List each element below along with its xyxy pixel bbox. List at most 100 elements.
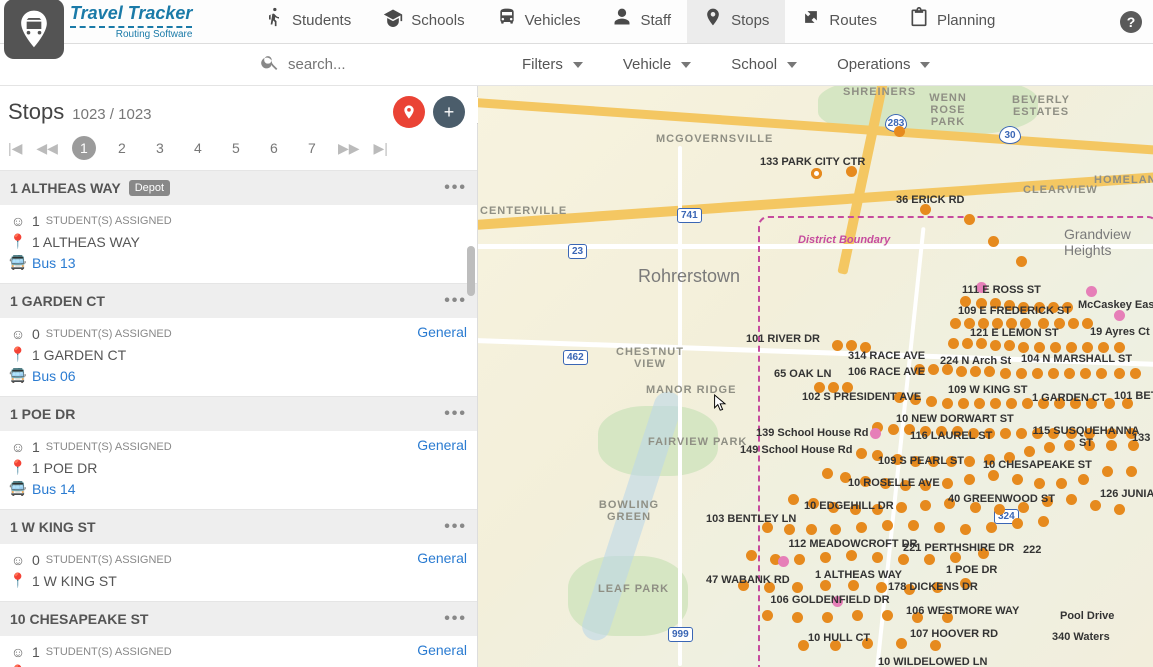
stop-pin[interactable] [956, 366, 967, 377]
stop-pin[interactable] [974, 398, 985, 409]
stop-pin[interactable] [1066, 494, 1077, 505]
stop-pin[interactable] [1096, 368, 1107, 379]
stop-pin[interactable] [990, 340, 1001, 351]
stop-pin[interactable] [1082, 342, 1093, 353]
stop-pin[interactable] [1102, 466, 1113, 477]
page-6[interactable]: 6 [262, 136, 286, 160]
stop-pin[interactable] [994, 504, 1005, 515]
stop-pin[interactable] [1034, 342, 1045, 353]
nav-stops[interactable]: Stops [687, 0, 785, 43]
stop-pin[interactable] [958, 398, 969, 409]
stop-item[interactable]: 1 ALTHEAS WAYDepot•••☺1 STUDENT(S) ASSIG… [0, 170, 477, 283]
stop-item[interactable]: 1 W KING ST•••General☺0 STUDENT(S) ASSIG… [0, 509, 477, 601]
stop-pin[interactable] [988, 470, 999, 481]
stop-pin[interactable] [1064, 368, 1075, 379]
stop-pin[interactable] [942, 478, 953, 489]
map-canvas[interactable]: RohrerstownSHREINERSWENN ROSE PARKBEVERL… [478, 86, 1153, 667]
stop-pin[interactable] [970, 366, 981, 377]
bus-link[interactable]: Bus 06 [32, 368, 76, 384]
stop-pin[interactable] [928, 364, 939, 375]
stop-menu-icon[interactable]: ••• [444, 405, 467, 423]
stop-pin[interactable] [1048, 368, 1059, 379]
stop-pin-selected[interactable] [811, 168, 822, 179]
stop-menu-icon[interactable]: ••• [444, 292, 467, 310]
stop-pin[interactable] [950, 318, 961, 329]
page-last-icon[interactable]: ▶| [374, 140, 388, 157]
page-next-icon[interactable]: ▶▶ [338, 140, 360, 157]
nav-schools[interactable]: Schools [367, 0, 480, 43]
stop-pin[interactable] [846, 550, 857, 561]
stop-pin[interactable] [1000, 428, 1011, 439]
locate-button[interactable] [393, 96, 425, 128]
stop-pin[interactable] [1114, 504, 1125, 515]
stop-pin[interactable] [1012, 474, 1023, 485]
stop-item[interactable]: 10 CHESAPEAKE ST•••General☺1 STUDENT(S) … [0, 601, 477, 667]
stop-pin[interactable] [1006, 398, 1017, 409]
stop-pin[interactable] [746, 550, 757, 561]
stop-pin[interactable] [1090, 500, 1101, 511]
stop-pin[interactable] [882, 610, 893, 621]
stop-pin[interactable] [948, 338, 959, 349]
stop-pin-alt[interactable] [1114, 310, 1125, 321]
stop-pin[interactable] [830, 524, 841, 535]
stop-pin[interactable] [794, 554, 805, 565]
page-first-icon[interactable]: |◀ [8, 140, 22, 157]
stop-pin[interactable] [1114, 368, 1125, 379]
search-box[interactable] [252, 52, 472, 77]
page-prev-icon[interactable]: ◀◀ [36, 140, 58, 157]
stop-pin[interactable] [926, 396, 937, 407]
stop-pin[interactable] [1034, 478, 1045, 489]
nav-routes[interactable]: Routes [785, 0, 893, 43]
nav-students[interactable]: Students [248, 0, 367, 43]
bus-link[interactable]: Bus 14 [32, 481, 76, 497]
stop-menu-icon[interactable]: ••• [444, 610, 467, 628]
stop-pin[interactable] [894, 126, 905, 137]
stop-pin-alt[interactable] [778, 556, 789, 567]
stop-pin[interactable] [1130, 368, 1141, 379]
page-3[interactable]: 3 [148, 136, 172, 160]
stop-pin[interactable] [888, 424, 899, 435]
stop-pin[interactable] [908, 520, 919, 531]
nav-staff[interactable]: Staff [596, 0, 687, 43]
page-7[interactable]: 7 [300, 136, 324, 160]
stop-pin[interactable] [1068, 318, 1079, 329]
stop-pin[interactable] [924, 554, 935, 565]
stop-pin[interactable] [1050, 342, 1061, 353]
page-4[interactable]: 4 [186, 136, 210, 160]
stop-pin[interactable] [788, 494, 799, 505]
page-5[interactable]: 5 [224, 136, 248, 160]
stop-pin[interactable] [852, 610, 863, 621]
stop-pin[interactable] [1032, 368, 1043, 379]
stop-pin[interactable] [896, 502, 907, 513]
stop-pin[interactable] [1126, 466, 1137, 477]
add-stop-button[interactable]: + [433, 96, 465, 128]
stop-pin[interactable] [990, 398, 1001, 409]
stop-pin[interactable] [984, 366, 995, 377]
bus-link[interactable]: Bus 13 [32, 255, 76, 271]
scrollbar-thumb[interactable] [467, 246, 475, 296]
stop-pin[interactable] [964, 214, 975, 225]
stop-pin[interactable] [1114, 342, 1125, 353]
stop-pin[interactable] [876, 582, 887, 593]
stop-pin[interactable] [942, 398, 953, 409]
stop-pin[interactable] [1038, 516, 1049, 527]
filter-filters[interactable]: Filters [502, 56, 603, 73]
stop-menu-icon[interactable]: ••• [444, 518, 467, 536]
stop-pin[interactable] [896, 638, 907, 649]
stop-pin[interactable] [1016, 368, 1027, 379]
stop-menu-icon[interactable]: ••• [444, 179, 467, 197]
stop-pin[interactable] [856, 448, 867, 459]
page-1[interactable]: 1 [72, 136, 96, 160]
stop-pin[interactable] [962, 338, 973, 349]
stop-pin[interactable] [822, 468, 833, 479]
help-button[interactable]: ? [1109, 0, 1153, 43]
stop-pin[interactable] [792, 582, 803, 593]
stop-pin[interactable] [986, 522, 997, 533]
stop-pin[interactable] [822, 612, 833, 623]
stop-pin[interactable] [1012, 518, 1023, 529]
stop-pin[interactable] [1000, 368, 1011, 379]
stop-pin[interactable] [882, 520, 893, 531]
stop-pin[interactable] [820, 580, 831, 591]
stop-pin[interactable] [934, 522, 945, 533]
stop-pin[interactable] [762, 610, 773, 621]
